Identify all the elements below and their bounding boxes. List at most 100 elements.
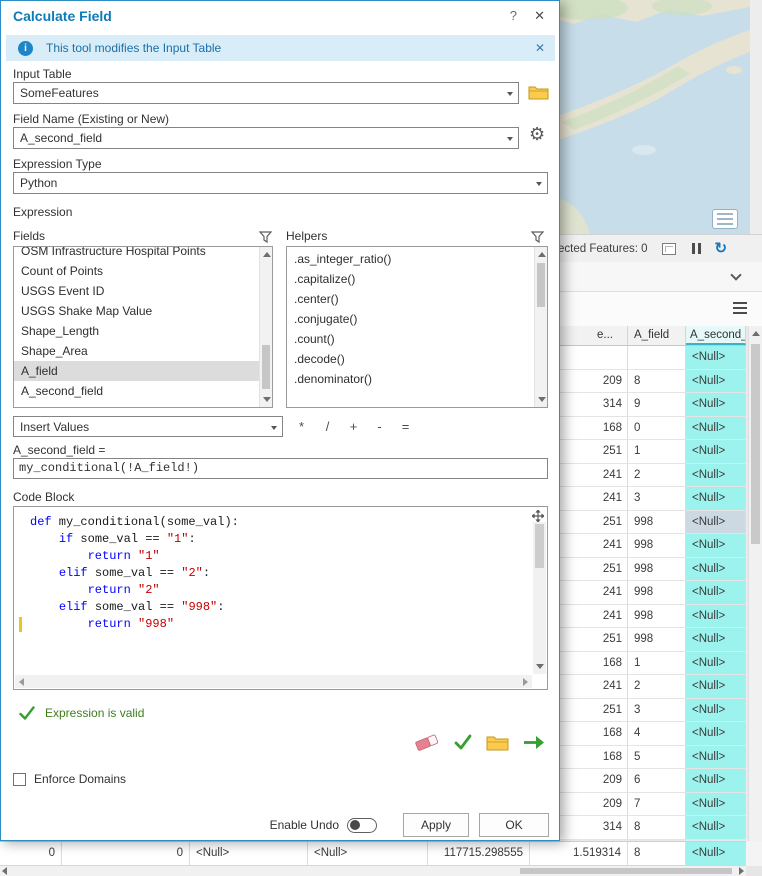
column-header-a-second-field[interactable]: A_second_fie (686, 326, 746, 345)
field-list-item[interactable]: USGS Event ID (14, 281, 259, 301)
column-header[interactable]: e... (552, 326, 628, 345)
scroll-down-icon[interactable] (536, 664, 544, 669)
scroll-right-icon[interactable] (739, 867, 744, 875)
enable-undo-toggle[interactable] (347, 818, 377, 833)
scrollbar-thumb[interactable] (520, 868, 732, 874)
table-row[interactable]: 251998<Null> (552, 628, 746, 652)
menu-icon[interactable] (733, 302, 747, 317)
helper-list-item[interactable]: .denominator() (287, 369, 534, 389)
banner-close-icon[interactable]: ✕ (535, 41, 545, 55)
table-row[interactable]: 2511<Null> (552, 440, 746, 464)
field-list-item[interactable]: Shape_Length (14, 321, 259, 341)
clear-selection-icon[interactable] (662, 243, 676, 255)
scrollbar-thumb[interactable] (537, 263, 545, 307)
insert-values-dropdown[interactable]: Insert Values (13, 416, 283, 437)
scrollbar-thumb[interactable] (535, 524, 544, 568)
export-arrow-icon[interactable] (523, 735, 545, 755)
field-list-item[interactable]: A_second_field (14, 381, 259, 401)
expression-input[interactable]: my_conditional(!A_field!) (13, 458, 548, 479)
code-line: elif some_val == "2": (30, 565, 530, 582)
helpers-scrollbar[interactable] (534, 247, 547, 407)
table-row[interactable]: <Null> (552, 346, 746, 370)
map-view[interactable] (552, 0, 750, 234)
expression-action-buttons (414, 732, 545, 757)
apply-button[interactable]: Apply (403, 813, 469, 837)
code-line: elif some_val == "998": (30, 599, 530, 616)
input-table-combobox[interactable]: SomeFeatures (13, 82, 519, 104)
enforce-domains-checkbox[interactable] (13, 773, 26, 786)
help-icon[interactable]: ? (510, 8, 517, 23)
scroll-up-icon[interactable] (752, 331, 760, 336)
chevron-down-icon[interactable] (730, 269, 741, 280)
dropdown-arrow-icon (536, 182, 542, 186)
operator-button[interactable]: = (401, 419, 410, 434)
refresh-icon[interactable]: ↻ (715, 241, 728, 256)
scroll-up-icon[interactable] (263, 252, 271, 257)
helper-list-item[interactable]: .capitalize() (287, 269, 534, 289)
field-list-item[interactable]: OSM Infrastructure Hospital Points (14, 246, 259, 261)
assignment-label: A_second_field = (13, 443, 105, 457)
expression-type-combobox[interactable]: Python (13, 172, 548, 194)
table-cell: <Null> (308, 842, 428, 865)
column-header-a-field[interactable]: A_field (628, 326, 686, 345)
table-row[interactable]: 1685<Null> (552, 746, 746, 770)
code-editor[interactable]: def my_conditional(some_val): if some_va… (30, 514, 530, 673)
helper-list-item[interactable]: .conjugate() (287, 309, 534, 329)
scroll-up-icon[interactable] (538, 252, 546, 257)
code-horizontal-scrollbar[interactable] (15, 675, 532, 688)
table-row[interactable]: 241998<Null> (552, 605, 746, 629)
code-vertical-scrollbar[interactable] (533, 522, 546, 674)
table-row[interactable]: 2412<Null> (552, 464, 746, 488)
table-row[interactable]: 1680<Null> (552, 417, 746, 441)
table-row[interactable]: 00<Null><Null>117715.2985551.5193148<Nul… (0, 841, 746, 866)
table-row[interactable]: 3148<Null> (552, 816, 746, 840)
table-row[interactable]: 3149<Null> (552, 393, 746, 417)
operator-button[interactable]: + (349, 419, 358, 434)
helper-list-item[interactable]: .count() (287, 329, 534, 349)
scrollbar-thumb[interactable] (751, 344, 760, 544)
code-block[interactable]: def my_conditional(some_val): if some_va… (13, 506, 548, 690)
table-horizontal-scrollbar[interactable] (0, 866, 746, 876)
field-list-item[interactable]: USGS Shake Map Value (14, 301, 259, 321)
helper-list-item[interactable]: .as_integer_ratio() (287, 249, 534, 269)
ok-button[interactable]: OK (479, 813, 549, 837)
helper-list-item[interactable]: .decode() (287, 349, 534, 369)
field-list-item[interactable]: A_field (14, 361, 259, 381)
dialog-titlebar[interactable]: Calculate Field ? ✕ (1, 1, 559, 31)
close-icon[interactable]: ✕ (534, 8, 545, 24)
browse-folder-icon[interactable] (528, 84, 549, 105)
table-row[interactable]: 1681<Null> (552, 652, 746, 676)
scroll-left-icon[interactable] (19, 678, 24, 686)
verify-check-icon[interactable] (454, 734, 472, 755)
table-row[interactable]: 251998<Null> (552, 511, 746, 535)
table-row[interactable]: 2413<Null> (552, 487, 746, 511)
gear-icon[interactable]: ⚙ (529, 125, 545, 143)
operator-button[interactable]: - (375, 419, 384, 434)
open-folder-icon[interactable] (486, 734, 509, 756)
scroll-right-icon[interactable] (523, 678, 528, 686)
table-row[interactable]: 2096<Null> (552, 769, 746, 793)
field-name-combobox[interactable]: A_second_field (13, 127, 519, 149)
scroll-down-icon[interactable] (263, 397, 271, 402)
table-row[interactable]: 2412<Null> (552, 675, 746, 699)
table-row[interactable]: 251998<Null> (552, 558, 746, 582)
scrollbar-thumb[interactable] (262, 345, 270, 389)
fields-scrollbar[interactable] (259, 247, 272, 407)
field-list-item[interactable]: Shape_Area (14, 341, 259, 361)
helper-list-item[interactable]: .center() (287, 289, 534, 309)
table-vertical-scrollbar[interactable] (748, 326, 762, 866)
operator-button[interactable]: / (323, 419, 332, 434)
table-row[interactable]: 241998<Null> (552, 581, 746, 605)
table-row[interactable]: 2098<Null> (552, 370, 746, 394)
table-row[interactable]: 2097<Null> (552, 793, 746, 817)
pause-icon[interactable] (692, 243, 701, 254)
scroll-left-icon[interactable] (2, 867, 7, 875)
table-row[interactable]: 2513<Null> (552, 699, 746, 723)
field-list-item[interactable]: Count of Points (14, 261, 259, 281)
eraser-icon[interactable] (414, 732, 440, 757)
table-row[interactable]: 241998<Null> (552, 534, 746, 558)
table-row[interactable]: 1684<Null> (552, 722, 746, 746)
operator-button[interactable]: * (297, 419, 306, 434)
popup-dock-icon[interactable] (712, 209, 738, 229)
scroll-down-icon[interactable] (538, 397, 546, 402)
